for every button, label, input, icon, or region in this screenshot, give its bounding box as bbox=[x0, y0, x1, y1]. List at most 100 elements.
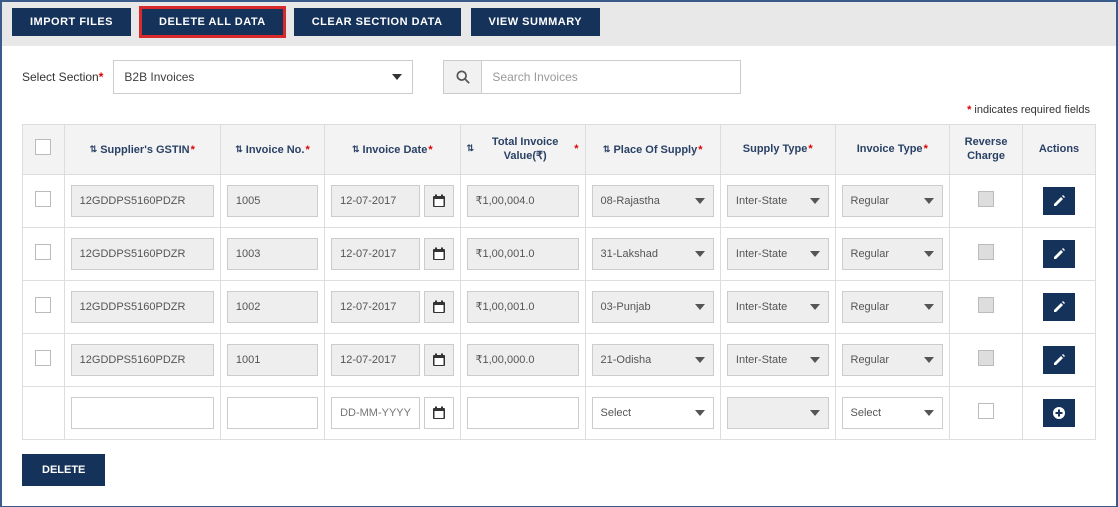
reverse-checkbox bbox=[978, 191, 994, 207]
search-button[interactable] bbox=[443, 60, 481, 94]
sort-icon[interactable]: ⇅ bbox=[235, 144, 243, 156]
required-indicator: * indicates required fields bbox=[22, 100, 1096, 124]
clear-section-data-button[interactable]: CLEAR SECTION DATA bbox=[294, 8, 461, 36]
invtype-select[interactable]: Regular bbox=[842, 344, 944, 376]
section-select-value: B2B Invoices bbox=[124, 70, 194, 84]
total-input[interactable] bbox=[467, 185, 579, 217]
search-icon bbox=[456, 70, 470, 84]
col-actions: Actions bbox=[1039, 143, 1079, 155]
gstin-input[interactable] bbox=[71, 291, 214, 323]
date-input[interactable] bbox=[331, 397, 419, 429]
pos-select[interactable]: Select bbox=[592, 397, 714, 429]
supply-select[interactable]: Inter-State bbox=[727, 344, 829, 376]
chevron-down-icon bbox=[695, 410, 705, 416]
row-checkbox[interactable] bbox=[35, 350, 51, 366]
row-checkbox[interactable] bbox=[35, 244, 51, 260]
col-invno: Invoice No. bbox=[246, 143, 305, 157]
col-invdate: Invoice Date bbox=[363, 143, 428, 157]
col-gstin: Supplier's GSTIN bbox=[100, 143, 189, 157]
edit-button[interactable] bbox=[1043, 240, 1075, 268]
invtype-select[interactable]: Regular bbox=[842, 238, 944, 270]
reverse-checkbox[interactable] bbox=[978, 403, 994, 419]
total-input[interactable] bbox=[467, 291, 579, 323]
edit-button[interactable] bbox=[1043, 346, 1075, 374]
table-row-new: Select Select bbox=[23, 386, 1096, 439]
add-button[interactable] bbox=[1043, 399, 1075, 427]
pencil-icon bbox=[1052, 247, 1066, 261]
chevron-down-icon bbox=[695, 251, 705, 257]
date-input[interactable] bbox=[331, 238, 419, 270]
pos-select[interactable]: 03-Punjab bbox=[592, 291, 714, 323]
supply-select[interactable]: Inter-State bbox=[727, 185, 829, 217]
supply-select[interactable] bbox=[727, 397, 829, 429]
plus-icon bbox=[1052, 406, 1066, 420]
sort-icon[interactable]: ⇅ bbox=[352, 144, 360, 156]
chevron-down-icon bbox=[810, 198, 820, 204]
gstin-input[interactable] bbox=[71, 238, 214, 270]
calendar-icon[interactable] bbox=[424, 238, 454, 270]
supply-select[interactable]: Inter-State bbox=[727, 291, 829, 323]
date-input[interactable] bbox=[331, 291, 419, 323]
calendar-icon[interactable] bbox=[424, 344, 454, 376]
invno-input[interactable] bbox=[227, 185, 318, 217]
pos-select[interactable]: 21-Odisha bbox=[592, 344, 714, 376]
sort-icon[interactable]: ⇅ bbox=[90, 144, 98, 156]
gstin-input[interactable] bbox=[71, 185, 214, 217]
table-row: 08-Rajastha Inter-State Regular bbox=[23, 174, 1096, 227]
chevron-down-icon bbox=[810, 251, 820, 257]
invtype-select[interactable]: Regular bbox=[842, 185, 944, 217]
search-input[interactable] bbox=[481, 60, 741, 94]
col-invtype: Invoice Type bbox=[857, 142, 923, 156]
row-checkbox[interactable] bbox=[35, 297, 51, 313]
total-input[interactable] bbox=[467, 238, 579, 270]
chevron-down-icon bbox=[695, 304, 705, 310]
edit-button[interactable] bbox=[1043, 293, 1075, 321]
pos-select[interactable]: 08-Rajastha bbox=[592, 185, 714, 217]
gstin-input[interactable] bbox=[71, 397, 214, 429]
delete-button[interactable]: DELETE bbox=[22, 454, 105, 486]
import-files-button[interactable]: IMPORT FILES bbox=[12, 8, 131, 36]
reverse-checkbox bbox=[978, 350, 994, 366]
date-input[interactable] bbox=[331, 185, 419, 217]
calendar-icon[interactable] bbox=[424, 185, 454, 217]
supply-select[interactable]: Inter-State bbox=[727, 238, 829, 270]
col-total: Total Invoice Value(₹) bbox=[477, 135, 573, 164]
calendar-icon[interactable] bbox=[424, 397, 454, 429]
chevron-down-icon bbox=[392, 74, 402, 80]
invtype-select[interactable]: Select bbox=[842, 397, 944, 429]
delete-all-data-button[interactable]: DELETE ALL DATA bbox=[141, 8, 284, 36]
invno-input[interactable] bbox=[227, 344, 318, 376]
calendar-icon[interactable] bbox=[424, 291, 454, 323]
section-select[interactable]: B2B Invoices bbox=[113, 60, 413, 94]
chevron-down-icon bbox=[810, 410, 820, 416]
gstin-input[interactable] bbox=[71, 344, 214, 376]
invno-input[interactable] bbox=[227, 291, 318, 323]
sort-icon[interactable]: ⇅ bbox=[603, 144, 611, 156]
chevron-down-icon bbox=[924, 410, 934, 416]
reverse-checkbox bbox=[978, 297, 994, 313]
table-row: 03-Punjab Inter-State Regular bbox=[23, 280, 1096, 333]
sort-icon[interactable]: ⇅ bbox=[467, 143, 475, 155]
invno-input[interactable] bbox=[227, 397, 318, 429]
chevron-down-icon bbox=[695, 357, 705, 363]
pos-select[interactable]: 31-Lakshad bbox=[592, 238, 714, 270]
invoice-table: ⇅Supplier's GSTIN* ⇅Invoice No.* ⇅Invoic… bbox=[22, 124, 1096, 440]
total-input[interactable] bbox=[467, 344, 579, 376]
total-input[interactable] bbox=[467, 397, 579, 429]
pencil-icon bbox=[1052, 300, 1066, 314]
invno-input[interactable] bbox=[227, 238, 318, 270]
invtype-select[interactable]: Regular bbox=[842, 291, 944, 323]
edit-button[interactable] bbox=[1043, 187, 1075, 215]
row-checkbox[interactable] bbox=[35, 191, 51, 207]
view-summary-button[interactable]: VIEW SUMMARY bbox=[471, 8, 601, 36]
col-pos: Place Of Supply bbox=[613, 143, 697, 157]
date-input[interactable] bbox=[331, 344, 419, 376]
pencil-icon bbox=[1052, 353, 1066, 367]
chevron-down-icon bbox=[924, 304, 934, 310]
chevron-down-icon bbox=[924, 251, 934, 257]
select-section-label: Select Section* bbox=[22, 70, 103, 84]
chevron-down-icon bbox=[695, 198, 705, 204]
select-all-checkbox[interactable] bbox=[35, 139, 51, 155]
reverse-checkbox bbox=[978, 244, 994, 260]
chevron-down-icon bbox=[924, 357, 934, 363]
